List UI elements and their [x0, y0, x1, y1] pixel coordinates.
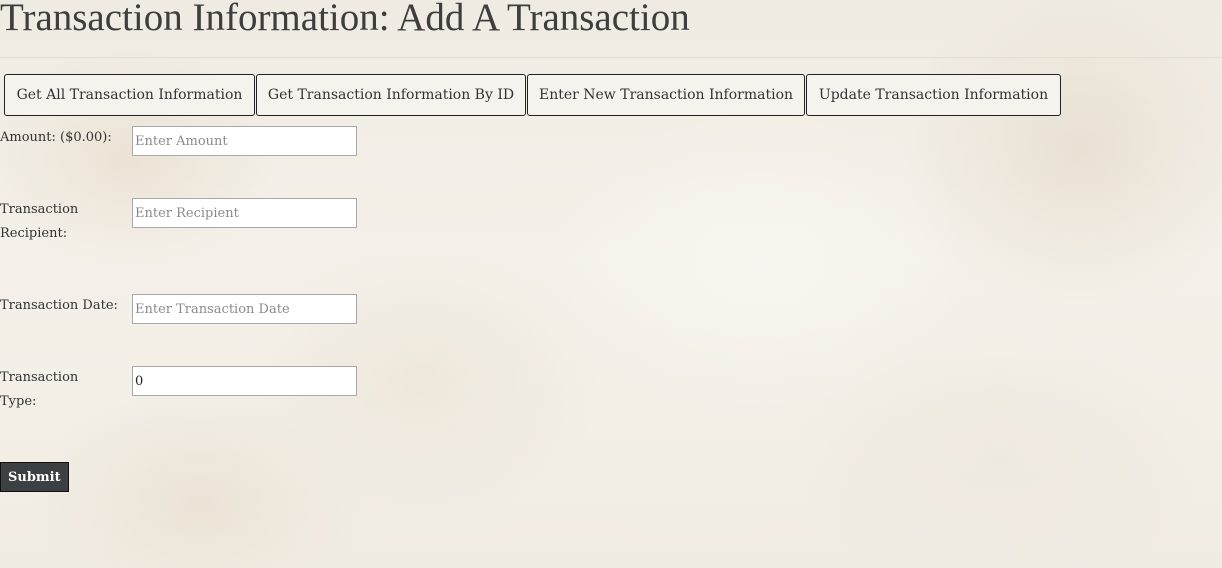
title-divider	[0, 57, 1222, 58]
tab-get-all-transactions[interactable]: Get All Transaction Information	[4, 74, 255, 116]
transaction-type-label-line1: Transaction	[0, 370, 79, 385]
transaction-type-label-line2: Type:	[0, 394, 37, 409]
recipient-input[interactable]	[132, 198, 357, 228]
transaction-date-input[interactable]	[132, 294, 357, 324]
page-title: Transaction Information: Add A Transacti…	[0, 0, 690, 39]
tab-get-transaction-by-id[interactable]: Get Transaction Information By ID	[256, 74, 526, 116]
recipient-label-line2: Recipient:	[0, 226, 68, 241]
tab-update-transaction[interactable]: Update Transaction Information	[806, 74, 1061, 116]
tab-enter-new-transaction[interactable]: Enter New Transaction Information	[527, 74, 805, 116]
transaction-type-label: Transaction Type:	[0, 366, 78, 414]
transaction-date-label: Transaction Date:	[0, 298, 118, 313]
amount-input[interactable]	[132, 126, 357, 156]
amount-label: Amount: ($0.00):	[0, 130, 112, 145]
submit-button[interactable]: Submit	[0, 462, 69, 492]
recipient-label-line1: Transaction	[0, 202, 79, 217]
recipient-label: Transaction Recipient:	[0, 198, 78, 246]
transaction-type-input[interactable]	[132, 366, 357, 396]
tab-bar: Get All Transaction Information Get Tran…	[4, 74, 1061, 116]
